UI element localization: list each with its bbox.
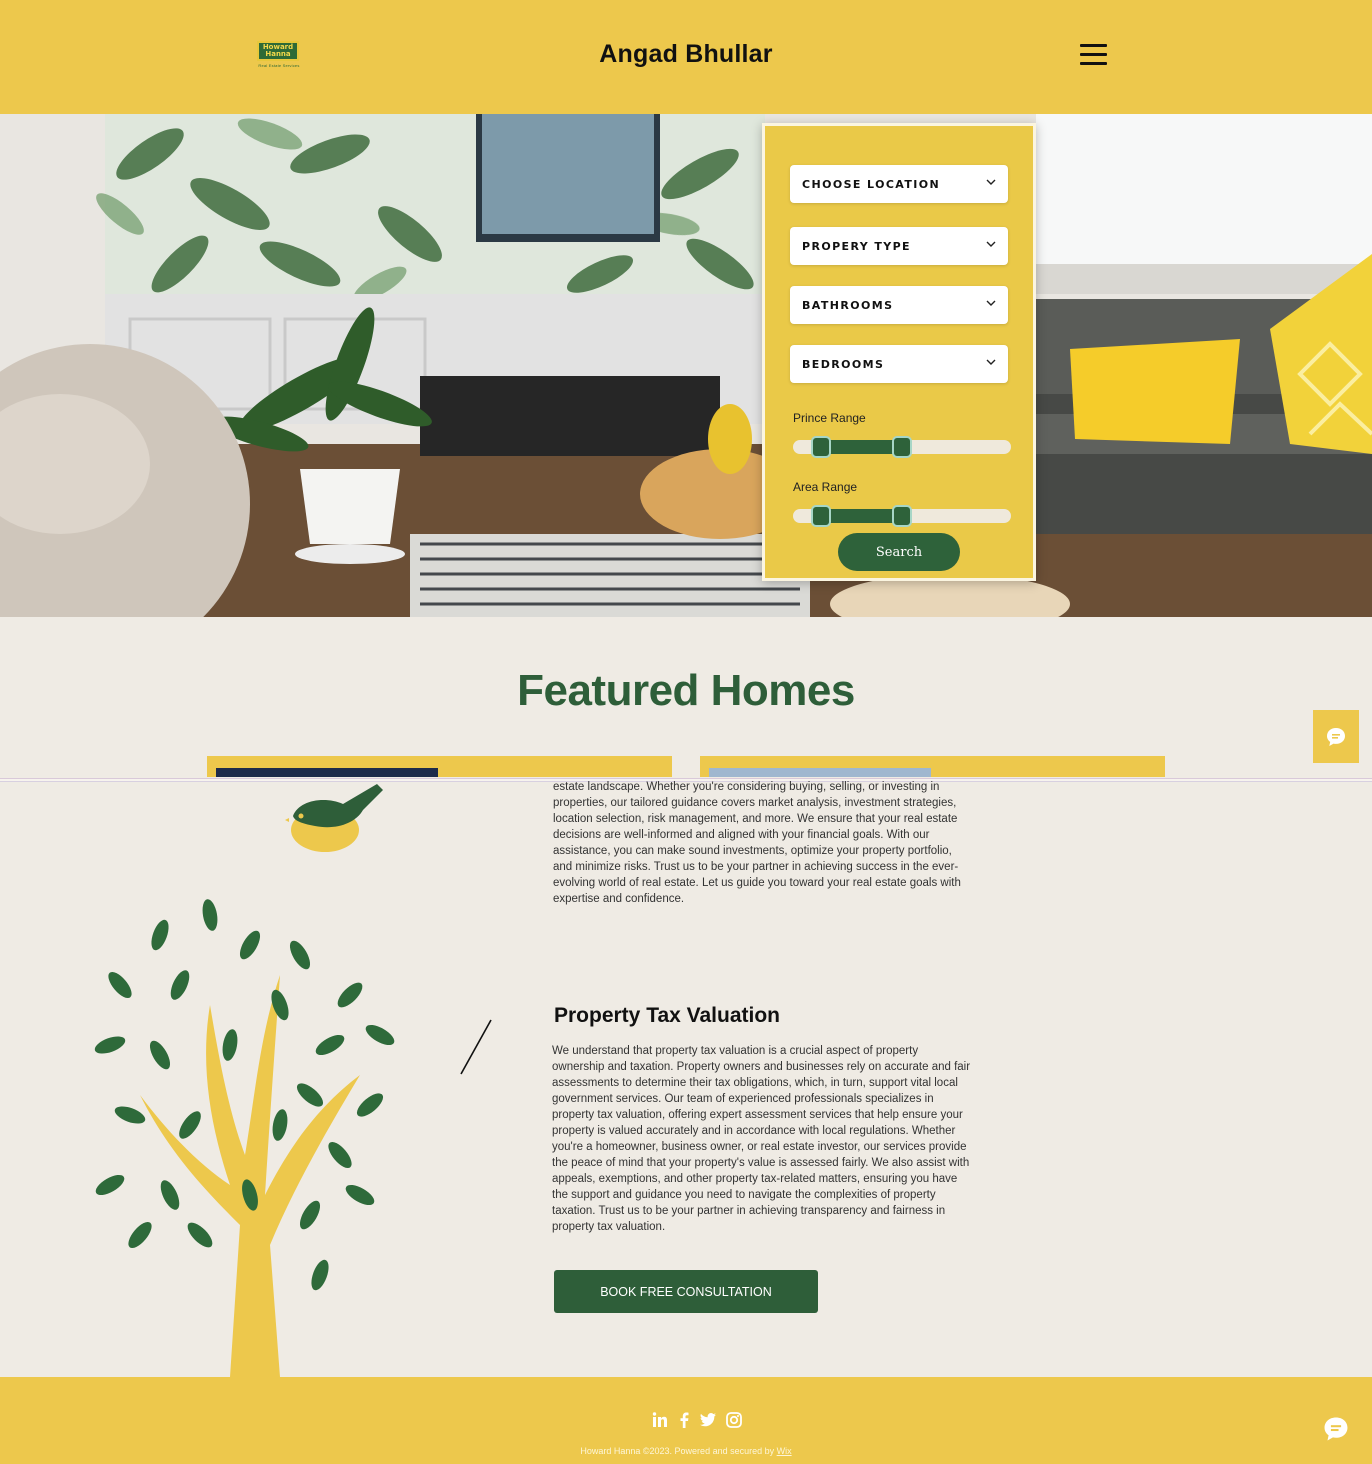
featured-homes-title: Featured Homes bbox=[517, 666, 855, 715]
chevron-down-icon bbox=[986, 241, 996, 247]
chevron-down-icon bbox=[986, 359, 996, 365]
copyright-notice: Howard Hanna ©2023. Powered and secured … bbox=[0, 1446, 1372, 1456]
property-search-panel: CHOOSE LOCATION PROPERY TYPE BATHROOMS B… bbox=[762, 123, 1036, 581]
area-range-min-handle[interactable] bbox=[811, 505, 832, 527]
living-room-illustration bbox=[0, 114, 1372, 617]
bird-illustration bbox=[285, 784, 383, 852]
linkedin-icon[interactable] bbox=[652, 1412, 668, 1428]
area-range-slider[interactable] bbox=[793, 505, 1011, 527]
copyright-text: Howard Hanna ©2023. Powered and secured … bbox=[580, 1446, 777, 1456]
hamburger-menu-icon[interactable] bbox=[1080, 44, 1107, 68]
chevron-down-icon bbox=[986, 300, 996, 306]
chat-icon[interactable] bbox=[1322, 1415, 1350, 1443]
site-title[interactable]: Angad Bhullar bbox=[0, 40, 1372, 69]
price-range-label: Prince Range bbox=[793, 411, 866, 425]
services-intro-text: estate landscape. Whether you're conside… bbox=[553, 781, 961, 905]
location-dropdown-label: CHOOSE LOCATION bbox=[802, 178, 941, 191]
site-header: Howard Hanna Real Estate Services Angad … bbox=[0, 0, 1372, 114]
tree-illustration bbox=[94, 899, 395, 1377]
chat-icon bbox=[1327, 727, 1345, 746]
bedrooms-dropdown-label: BEDROOMS bbox=[802, 358, 885, 371]
featured-home-card[interactable] bbox=[207, 756, 672, 777]
featured-home-card[interactable] bbox=[700, 756, 1165, 777]
facebook-icon[interactable] bbox=[678, 1412, 690, 1428]
chevron-down-icon bbox=[986, 179, 996, 185]
book-free-consultation-button[interactable]: BOOK FREE CONSULTATION bbox=[554, 1270, 818, 1313]
price-range-min-handle[interactable] bbox=[811, 436, 832, 458]
hero-image bbox=[0, 114, 1372, 617]
location-dropdown[interactable]: CHOOSE LOCATION bbox=[790, 165, 1008, 203]
property-tax-valuation-heading: Property Tax Valuation bbox=[554, 1004, 781, 1027]
wix-link[interactable]: Wix bbox=[777, 1446, 792, 1456]
area-range-label: Area Range bbox=[793, 480, 858, 494]
page: Howard Hanna Real Estate Services Angad … bbox=[0, 0, 1372, 1464]
twitter-icon[interactable] bbox=[700, 1413, 716, 1427]
social-links bbox=[652, 1412, 742, 1428]
featured-home-image bbox=[709, 768, 931, 777]
property-type-dropdown[interactable]: PROPERY TYPE bbox=[790, 227, 1008, 265]
property-tax-valuation-text: We understand that property tax valuatio… bbox=[552, 1045, 971, 1233]
divider-slash bbox=[460, 1019, 492, 1075]
price-range-fill bbox=[821, 440, 902, 454]
chat-widget-button[interactable] bbox=[1313, 710, 1359, 763]
area-range-max-handle[interactable] bbox=[892, 505, 912, 527]
property-type-dropdown-label: PROPERY TYPE bbox=[802, 240, 911, 253]
instagram-icon[interactable] bbox=[726, 1412, 742, 1428]
featured-home-image bbox=[216, 768, 438, 777]
price-range-slider[interactable] bbox=[793, 436, 1011, 458]
price-range-max-handle[interactable] bbox=[892, 436, 912, 458]
area-range-fill bbox=[821, 509, 902, 523]
site-footer: Howard Hanna ©2023. Powered and secured … bbox=[0, 1377, 1372, 1464]
bathrooms-dropdown[interactable]: BATHROOMS bbox=[790, 286, 1008, 324]
search-button[interactable]: Search bbox=[838, 533, 960, 571]
bathrooms-dropdown-label: BATHROOMS bbox=[802, 299, 894, 312]
bedrooms-dropdown[interactable]: BEDROOMS bbox=[790, 345, 1008, 383]
